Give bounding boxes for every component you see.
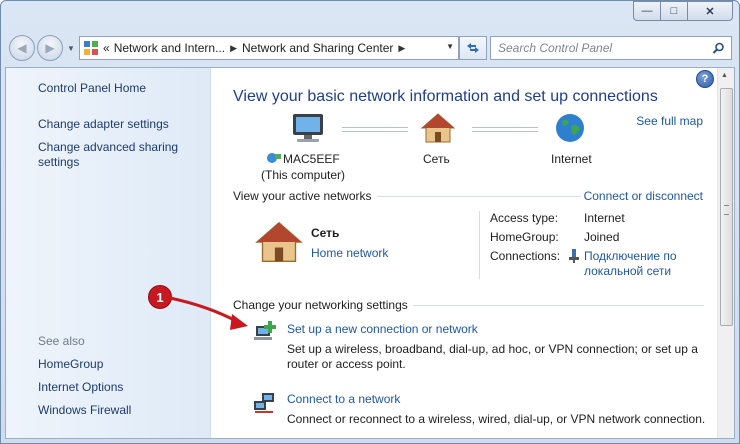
- connections-label: Connections:: [490, 249, 561, 263]
- connect-or-disconnect-link[interactable]: Connect or disconnect: [584, 189, 703, 203]
- active-network-name: Сеть: [311, 226, 340, 240]
- change-settings-title: Change your networking settings: [233, 298, 408, 312]
- home-network-icon[interactable]: [420, 112, 456, 144]
- breadcrumb-network-sharing-center[interactable]: Network and Sharing Center: [242, 41, 393, 55]
- section-divider: [377, 196, 581, 197]
- connection-name-line2: локальной сети: [584, 264, 672, 278]
- connection-line: [472, 127, 538, 132]
- forward-button[interactable]: ▶: [37, 35, 63, 61]
- main-panel: ? View your basic network information an…: [211, 68, 734, 438]
- scroll-grip-icon: [724, 205, 729, 215]
- sidebar-homegroup[interactable]: HomeGroup: [38, 357, 103, 372]
- minimize-button[interactable]: —: [633, 1, 660, 21]
- active-network-divider: [479, 211, 480, 279]
- back-arrow-icon: ◀: [17, 41, 27, 55]
- minimize-icon: —: [641, 5, 653, 17]
- network-connection-icon: [569, 249, 579, 263]
- see-also-heading: See also: [38, 334, 85, 348]
- annotation-arrow-icon: [169, 296, 248, 330]
- sidebar-change-advanced-sharing[interactable]: Change advanced sharing settings: [38, 140, 188, 170]
- search-box[interactable]: Search Control Panel: [490, 36, 732, 60]
- breadcrumb-separator-icon[interactable]: ▶: [230, 43, 237, 54]
- refresh-button[interactable]: [459, 36, 487, 60]
- sidebar-internet-options[interactable]: Internet Options: [38, 380, 123, 395]
- window: — □ ✕ ◀ ▶ ▼ « Network and Intern... ▶ Ne…: [0, 0, 740, 444]
- network-location-small-icon: [267, 153, 281, 163]
- scroll-up-icon[interactable]: ▲: [721, 72, 728, 79]
- see-full-map-link[interactable]: See full map: [636, 114, 703, 128]
- address-dropdown-icon[interactable]: ▼: [446, 42, 454, 51]
- address-overflow[interactable]: «: [103, 41, 110, 55]
- title-bar: — □ ✕: [1, 1, 739, 29]
- sidebar-control-panel-home[interactable]: Control Panel Home: [38, 81, 146, 96]
- scrollbar-thumb[interactable]: [720, 88, 733, 326]
- close-icon: ✕: [705, 5, 715, 18]
- maximize-icon: □: [670, 5, 678, 17]
- internet-globe-icon[interactable]: [554, 112, 586, 144]
- search-icon[interactable]: [712, 42, 725, 55]
- forward-arrow-icon: ▶: [45, 41, 55, 55]
- setup-new-connection-desc: Set up a wireless, broadband, dial-up, a…: [287, 342, 698, 371]
- local-area-connection-link[interactable]: Подключение по локальной сети: [584, 249, 677, 279]
- close-button[interactable]: ✕: [687, 1, 733, 21]
- sidebar-change-adapter-settings[interactable]: Change adapter settings: [38, 117, 169, 132]
- address-bar[interactable]: « Network and Intern... ▶ Network and Sh…: [79, 36, 459, 60]
- vertical-scrollbar[interactable]: ▲: [717, 68, 734, 438]
- recent-pages-dropdown[interactable]: ▼: [67, 44, 77, 53]
- home-network-large-icon: [255, 221, 303, 262]
- active-networks-title: View your active networks: [233, 189, 372, 203]
- home-network-link[interactable]: Home network: [311, 246, 388, 260]
- computer-name-label: MAC5EEF: [283, 152, 340, 166]
- maximize-button[interactable]: □: [660, 1, 687, 21]
- connect-network-icon: [254, 393, 274, 413]
- connection-line: [342, 127, 408, 132]
- breadcrumb-separator-icon[interactable]: ▶: [398, 43, 405, 54]
- setup-new-connection-link[interactable]: Set up a new connection or network: [287, 322, 478, 336]
- network-node-label: Сеть: [423, 152, 450, 166]
- breadcrumb-network-internet[interactable]: Network and Intern...: [114, 41, 225, 55]
- connect-to-network-link[interactable]: Connect to a network: [287, 392, 400, 406]
- help-button[interactable]: ?: [696, 70, 714, 88]
- control-panel-icon: [84, 41, 98, 55]
- sidebar: Control Panel Home Change adapter settin…: [6, 68, 211, 438]
- content-area: Control Panel Home Change adapter settin…: [5, 67, 735, 439]
- page-title: View your basic network information and …: [233, 88, 658, 105]
- connect-to-network-desc: Connect or reconnect to a wireless, wire…: [287, 412, 706, 426]
- internet-node-label: Internet: [551, 152, 592, 166]
- navigation-bar: ◀ ▶ ▼ « Network and Intern... ▶ Network …: [1, 33, 739, 61]
- window-controls: — □ ✕: [633, 1, 733, 21]
- section-divider: [413, 305, 704, 306]
- connection-name-line1: Подключение по: [584, 249, 677, 263]
- computer-sub-label: (This computer): [261, 168, 346, 182]
- access-type-label: Access type:: [490, 211, 559, 225]
- access-type-value: Internet: [584, 211, 625, 225]
- homegroup-joined-link[interactable]: Joined: [584, 230, 619, 244]
- computer-icon[interactable]: [289, 112, 327, 144]
- search-input[interactable]: Search Control Panel: [498, 41, 712, 55]
- help-icon: ?: [701, 73, 709, 85]
- refresh-icon: [467, 43, 479, 53]
- homegroup-label: HomeGroup:: [490, 230, 559, 244]
- sidebar-windows-firewall[interactable]: Windows Firewall: [38, 403, 131, 418]
- back-button[interactable]: ◀: [9, 35, 35, 61]
